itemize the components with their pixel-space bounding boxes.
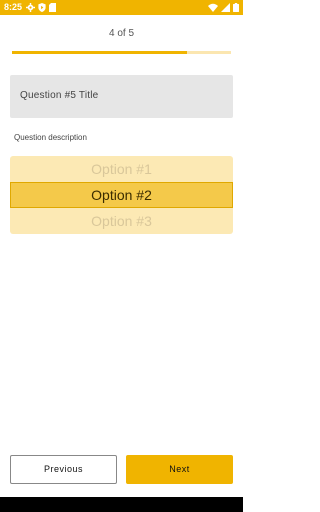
status-left-icons: [26, 3, 56, 12]
system-navigation-bar: [0, 497, 243, 512]
status-right-icons: [208, 3, 239, 12]
cellular-signal-icon: [221, 3, 230, 12]
battery-icon: [233, 3, 239, 12]
status-bar: 8:25: [0, 0, 243, 15]
question-title-text: Question #5 Title: [20, 90, 99, 101]
progress-label: 4 of 5: [108, 28, 135, 39]
status-time: 8:25: [4, 2, 23, 12]
picker-option-2-selected[interactable]: Option #2: [10, 182, 233, 208]
play-protect-icon: [38, 3, 46, 12]
progress-fill: [12, 51, 188, 54]
previous-button[interactable]: Previous: [10, 455, 117, 484]
option-picker[interactable]: Option #1 Option #2 Option #3: [10, 156, 233, 234]
sd-card-icon: [49, 3, 56, 12]
question-description: Question description: [14, 133, 87, 142]
question-title-field[interactable]: Question #5 Title: [10, 75, 233, 118]
picker-option-3[interactable]: Option #3: [10, 208, 233, 234]
next-button[interactable]: Next: [126, 455, 233, 484]
progress-track: [12, 51, 231, 54]
gear-icon: [26, 3, 35, 12]
picker-option-1[interactable]: Option #1: [10, 156, 233, 182]
wifi-icon: [208, 3, 218, 12]
